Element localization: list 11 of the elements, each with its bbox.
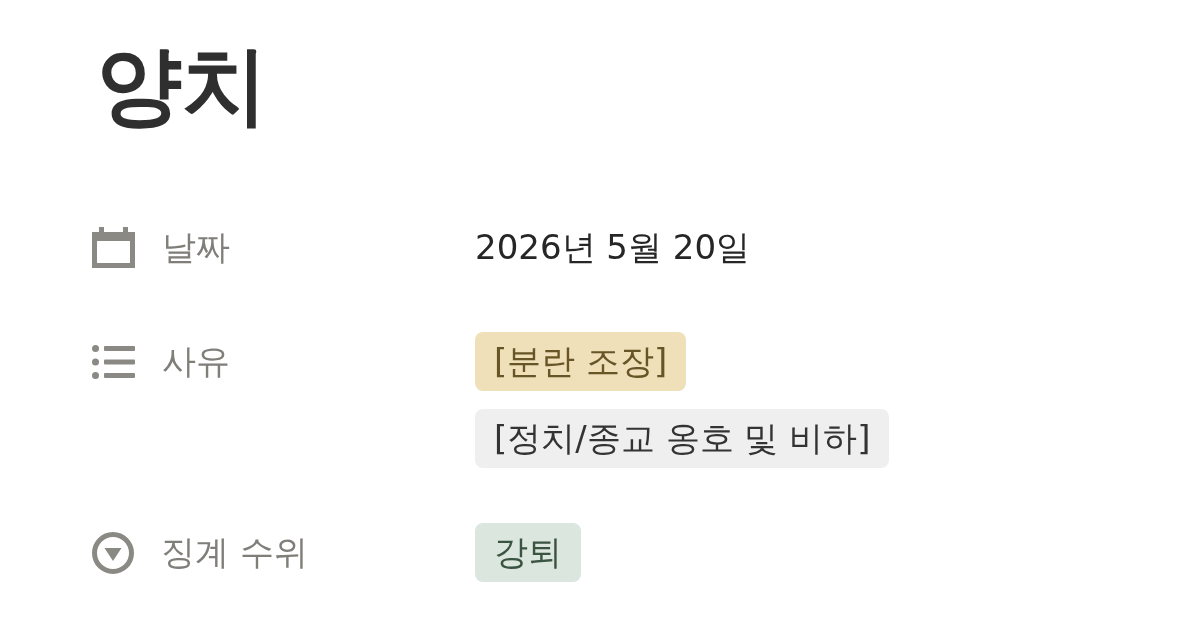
- tag: 강퇴: [475, 523, 581, 582]
- calendar-icon: [92, 227, 135, 268]
- dropdown-circle-icon: [92, 531, 134, 574]
- tag: [정치/종교 옹호 및 비하]: [475, 409, 890, 468]
- property-label: 사유: [162, 339, 230, 383]
- property-label: 징계 수위: [161, 530, 308, 574]
- page-title: 양치: [96, 34, 269, 137]
- list-icon: [92, 344, 135, 379]
- date-value: 2026년 5월 20일: [475, 226, 751, 269]
- tag: [분란 조장]: [475, 332, 687, 391]
- property-label: 날짜: [162, 225, 230, 269]
